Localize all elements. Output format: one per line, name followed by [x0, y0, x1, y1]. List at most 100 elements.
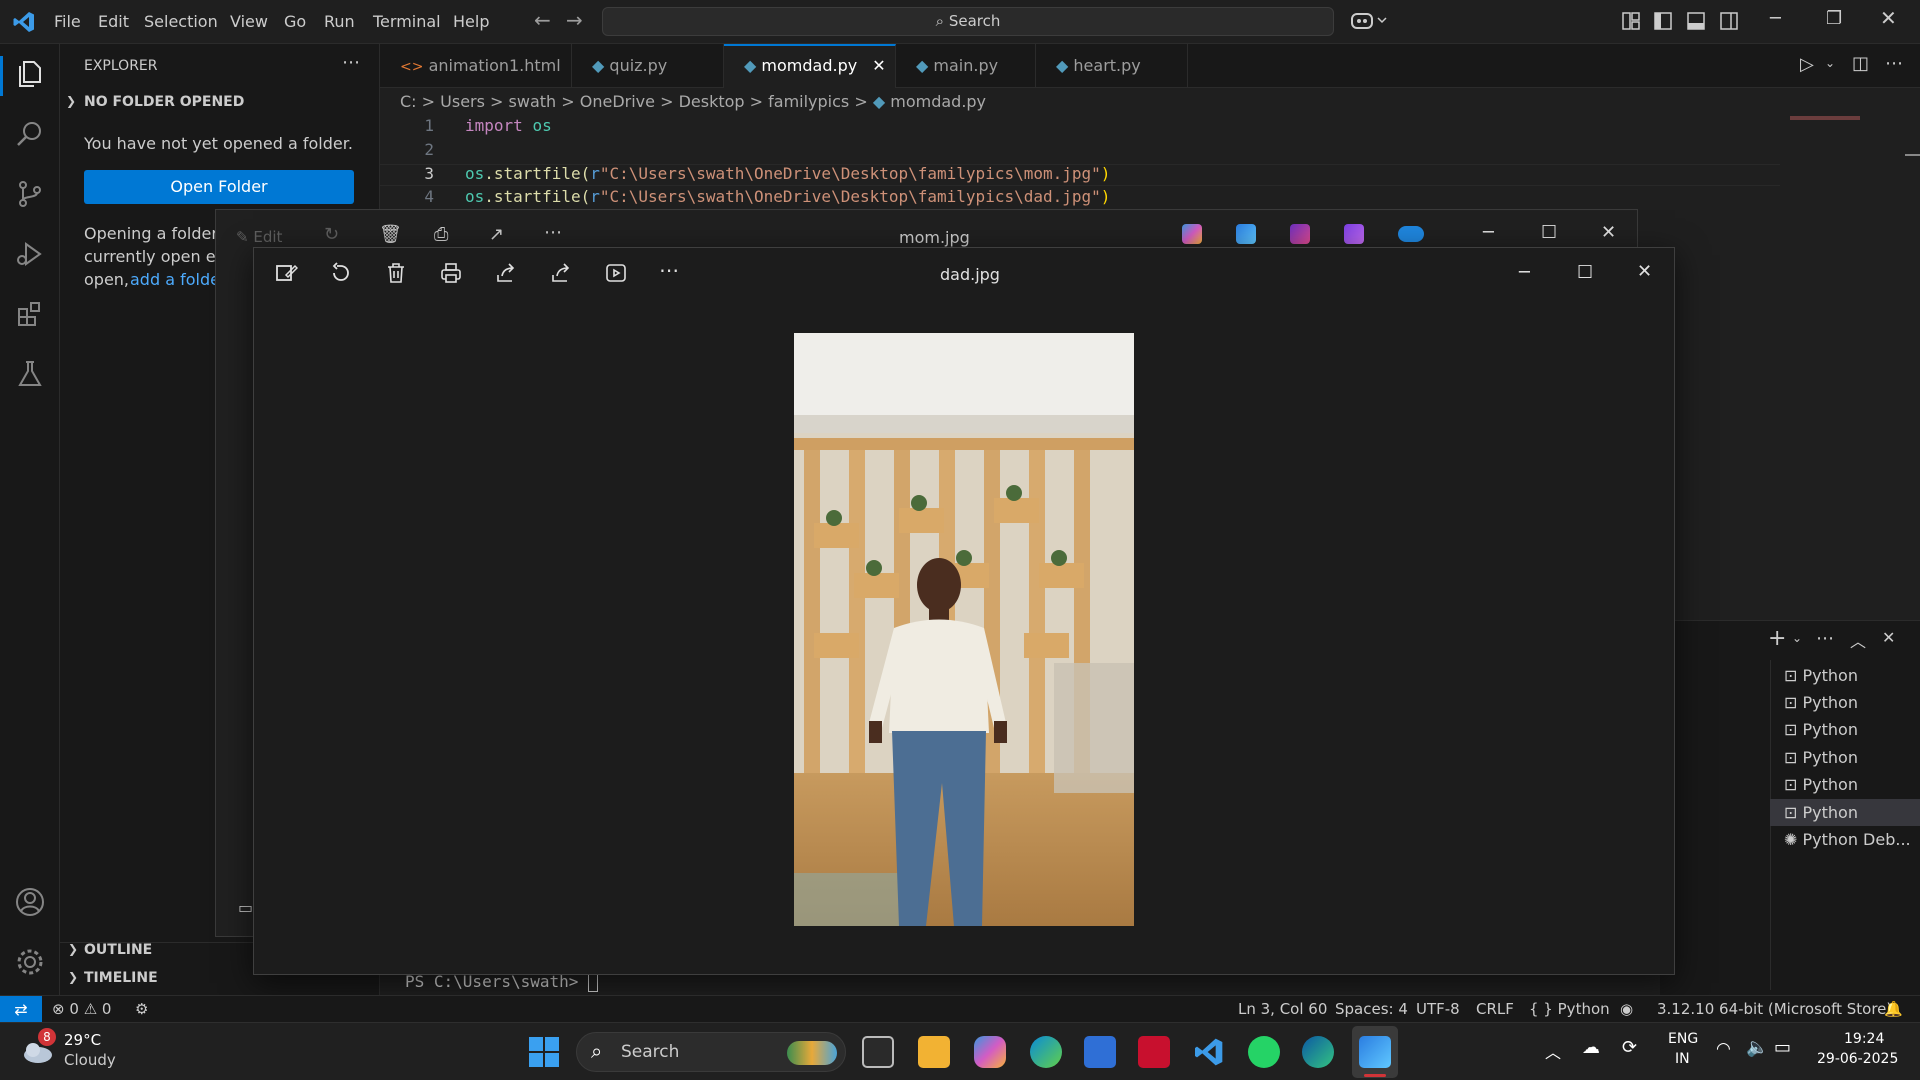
terminal-more-icon[interactable]: ⋯: [1816, 628, 1834, 649]
breadcrumb-item[interactable]: momdad.py: [890, 92, 986, 111]
run-dropdown-icon[interactable]: ⌄: [1825, 56, 1835, 70]
terminal-session[interactable]: ⊡ Python: [1770, 716, 1920, 743]
notifications-bell-icon[interactable]: 🔔: [1884, 1000, 1903, 1018]
tab-animation1[interactable]: <> animation1.html: [380, 44, 572, 88]
language-primary[interactable]: ENG: [1668, 1031, 1698, 1047]
maximize-icon[interactable]: ☐: [1577, 262, 1593, 283]
store-icon[interactable]: [1084, 1036, 1116, 1068]
close-panel-icon[interactable]: ✕: [1882, 628, 1895, 647]
chevron-right-icon[interactable]: ❯: [68, 970, 78, 984]
terminal-session[interactable]: ⊡ Python: [1770, 662, 1920, 689]
show-hidden-icons-icon[interactable]: ︿: [1545, 1039, 1561, 1063]
breadcrumb-item[interactable]: Users: [440, 92, 485, 111]
breadcrumb-item[interactable]: OneDrive: [580, 92, 655, 111]
wifi-icon[interactable]: ◠: [1716, 1039, 1731, 1059]
language-region[interactable]: IN: [1675, 1051, 1690, 1067]
rotate-icon[interactable]: [329, 261, 353, 285]
menu-help[interactable]: Help: [453, 12, 489, 31]
close-icon[interactable]: ✕: [1880, 6, 1897, 30]
editor-more-icon[interactable]: ⋯: [1885, 53, 1903, 74]
python-interpreter[interactable]: 3.12.10 64-bit (Microsoft Store): [1657, 1000, 1892, 1018]
menu-file[interactable]: File: [54, 12, 81, 31]
toggle-panel-icon[interactable]: [1687, 12, 1705, 30]
windows-start-icon[interactable]: [528, 1036, 560, 1068]
language-mode[interactable]: { } Python: [1529, 1000, 1610, 1018]
back-arrow-icon[interactable]: ←: [534, 8, 551, 32]
open-folder-button[interactable]: Open Folder: [84, 170, 354, 204]
task-view-icon[interactable]: [862, 1036, 894, 1068]
scrollbar[interactable]: [1905, 154, 1920, 156]
terminal-session[interactable]: ⊡ Python: [1770, 744, 1920, 771]
extensions-icon[interactable]: [14, 298, 46, 330]
delete-icon[interactable]: [384, 261, 408, 285]
delete-icon[interactable]: 🗑: [379, 224, 402, 245]
sync-tray-icon[interactable]: ⟳: [1622, 1037, 1637, 1058]
more-options-icon[interactable]: ⋯: [659, 258, 679, 282]
search-icon[interactable]: [14, 118, 46, 150]
filmstrip-icon[interactable]: ▭: [238, 898, 253, 917]
outline-section[interactable]: OUTLINE: [84, 942, 152, 958]
breadcrumb-item[interactable]: C:: [400, 92, 417, 111]
remote-icon[interactable]: ⇄: [0, 996, 42, 1023]
onedrive-tray-icon[interactable]: ☁: [1582, 1037, 1600, 1058]
split-editor-icon[interactable]: ◫: [1852, 53, 1869, 74]
terminal-session[interactable]: ⊡ Python: [1770, 689, 1920, 716]
run-debug-icon[interactable]: [14, 238, 46, 270]
battery-icon[interactable]: ▭: [1774, 1037, 1791, 1058]
terminal-dropdown-icon[interactable]: ⌄: [1792, 631, 1802, 645]
whatsapp-icon[interactable]: [1248, 1036, 1280, 1068]
terminal-session[interactable]: ⊡ Python: [1770, 799, 1920, 826]
close-icon[interactable]: ✕: [1637, 261, 1652, 282]
edit-image-icon[interactable]: [274, 261, 298, 285]
copilot-app-icon[interactable]: [1182, 224, 1202, 244]
minimap[interactable]: [1790, 116, 1860, 120]
share-icon[interactable]: [494, 261, 518, 285]
cursor-position[interactable]: Ln 3, Col 60: [1238, 1000, 1327, 1018]
code-line-3[interactable]: os.startfile(r"C:\Users\swath\OneDrive\D…: [465, 164, 1110, 183]
run-file-icon[interactable]: ▷: [1800, 54, 1814, 75]
share-icon[interactable]: ↗: [489, 224, 504, 245]
customize-layout-icon[interactable]: [1622, 12, 1640, 30]
tab-main[interactable]: ◆ main.py: [896, 44, 1036, 88]
more-options-icon[interactable]: ⋯: [544, 222, 562, 243]
restore-icon[interactable]: ❐: [1826, 8, 1842, 29]
edge-dev-icon[interactable]: [1030, 1036, 1062, 1068]
settings-gear-icon[interactable]: [14, 946, 46, 978]
minimize-icon[interactable]: ─: [1770, 8, 1781, 29]
maximize-panel-icon[interactable]: ︿: [1850, 628, 1866, 652]
code-line-4[interactable]: os.startfile(r"C:\Users\swath\OneDrive\D…: [465, 187, 1110, 206]
menu-selection[interactable]: Selection: [144, 12, 218, 31]
copilot-icon[interactable]: [1350, 10, 1390, 32]
menu-go[interactable]: Go: [284, 12, 306, 31]
forward-arrow-icon[interactable]: →: [566, 8, 583, 32]
file-explorer-icon[interactable]: [918, 1036, 950, 1068]
problems-status[interactable]: ⊗ 0 ⚠ 0: [52, 1000, 111, 1018]
designer-app-icon[interactable]: [1290, 224, 1310, 244]
menu-terminal[interactable]: Terminal: [373, 12, 441, 31]
clock-date[interactable]: 29-06-2025: [1817, 1051, 1898, 1067]
menu-run[interactable]: Run: [324, 12, 355, 31]
more-actions-icon[interactable]: ⋯: [342, 52, 360, 73]
chevron-right-icon[interactable]: ❯: [68, 942, 78, 956]
line-ending[interactable]: CRLF: [1476, 1000, 1514, 1018]
onedrive-icon[interactable]: [1398, 226, 1424, 242]
source-control-icon[interactable]: [14, 178, 46, 210]
edge-icon[interactable]: [1302, 1036, 1334, 1068]
copilot-taskbar-icon[interactable]: [974, 1036, 1006, 1068]
breadcrumb-item[interactable]: familypics: [768, 92, 849, 111]
print-icon[interactable]: ⎙: [434, 224, 448, 245]
toggle-secondary-sidebar-icon[interactable]: [1720, 12, 1738, 30]
menu-view[interactable]: View: [230, 12, 268, 31]
clipchamp-app-icon[interactable]: [1344, 224, 1364, 244]
command-center-search[interactable]: ⌕ Search: [602, 7, 1334, 36]
breadcrumb-item[interactable]: Desktop: [679, 92, 745, 111]
slideshow-icon[interactable]: [604, 261, 628, 285]
toggle-sidebar-icon[interactable]: [1654, 12, 1672, 30]
print-icon[interactable]: [439, 261, 463, 285]
photos-active-app[interactable]: [1352, 1026, 1398, 1078]
encoding[interactable]: UTF-8: [1416, 1000, 1460, 1018]
breadcrumb-item[interactable]: swath: [509, 92, 557, 111]
tab-quiz[interactable]: ◆ quiz.py: [572, 44, 724, 88]
minimize-icon[interactable]: ─: [1483, 222, 1494, 243]
add-folder-link[interactable]: add a folder: [130, 270, 227, 289]
